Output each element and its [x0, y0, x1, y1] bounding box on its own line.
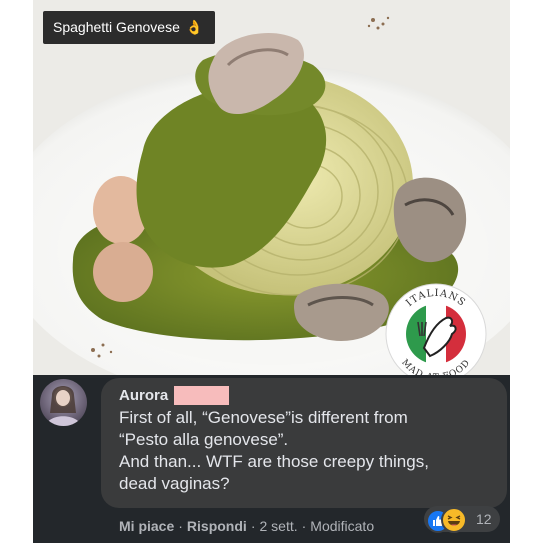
reaction-count: 12: [476, 511, 492, 527]
separator: ·: [301, 518, 307, 534]
redacted-surname: [174, 386, 229, 405]
post-caption: Spaghetti Genovese: [53, 19, 180, 35]
comment-author[interactable]: Aurora: [119, 387, 168, 404]
comment-line: First of all, “Genovese”is different fro…: [119, 408, 408, 427]
reply-link[interactable]: Rispondi: [187, 518, 247, 534]
edited-label: Modificato: [310, 518, 375, 534]
comment-line: dead vaginas?: [119, 474, 230, 493]
separator: ·: [250, 518, 256, 534]
comment-line: “Pesto alla genovese”.: [119, 430, 289, 449]
avatar[interactable]: [40, 379, 87, 426]
haha-icon: [441, 507, 467, 533]
comment-time[interactable]: 2 sett.: [259, 518, 297, 534]
comment-actions: Mi piace · Rispondi · 2 sett. · Modifica…: [119, 518, 374, 534]
post-caption-tag: Spaghetti Genovese 👌: [43, 11, 216, 44]
ok-hand-emoji-icon: 👌: [185, 19, 204, 35]
like-link[interactable]: Mi piace: [119, 518, 174, 534]
reactions-summary[interactable]: 12: [424, 506, 500, 533]
comment-text: First of all, “Genovese”is different fro…: [119, 407, 499, 495]
separator: ·: [178, 518, 183, 534]
comment-line: And than... WTF are those creepy things,: [119, 452, 429, 471]
italians-mad-at-food-logo: ITALIANS MAD AT FOOD: [380, 282, 492, 386]
